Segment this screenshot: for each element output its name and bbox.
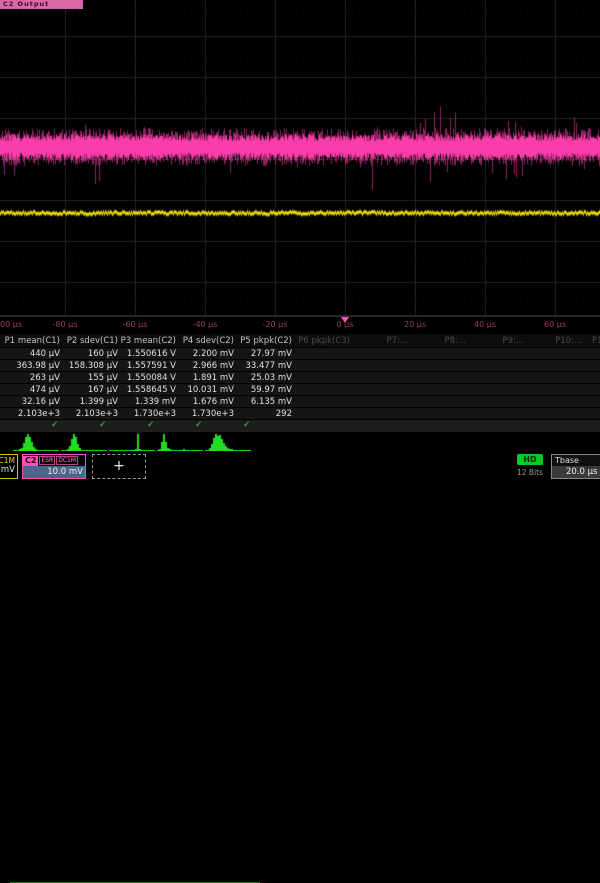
param-value: 155 µV [62, 373, 118, 383]
param-value: 33.477 mV [236, 361, 292, 371]
oscilloscope-screen: C2 Output 00 µs -80 µs -60 µs -40 µs -20 µs 0… [0, 0, 600, 480]
status-check-icon: ✓ [51, 420, 59, 430]
time-axis-label: 00 µs [0, 320, 22, 329]
param-value: 474 µV [4, 385, 60, 395]
time-axis-label: -40 µs [180, 320, 230, 329]
trigger-position-marker[interactable] [341, 317, 349, 323]
histicon-row [0, 432, 600, 452]
param-header-inactive[interactable]: P1 [592, 336, 600, 347]
param-value: 440 µV [4, 349, 60, 359]
param-header-inactive[interactable]: P10:... [526, 336, 582, 347]
time-axis-label: 40 µs [460, 320, 510, 329]
hd-mode-badge[interactable]: HD [517, 454, 543, 465]
measurement-row: 474 µV167 µV1.558645 V10.031 mV59.97 mV [0, 384, 600, 395]
param-header-inactive[interactable]: P6 pkpk(C3) [294, 336, 350, 347]
histicon [205, 432, 251, 451]
param-value: 6.135 mV [236, 397, 292, 407]
time-axis: 00 µs-80 µs-60 µs-40 µs-20 µs0 µs20 µs40… [0, 316, 600, 335]
param-value: 158.308 µV [62, 361, 118, 371]
param-value: 160 µV [62, 349, 118, 359]
c2-scale-value: 10.0 mV [23, 466, 85, 478]
param-header[interactable]: P1 mean(C1) [4, 336, 60, 347]
param-value: 27.97 mV [236, 349, 292, 359]
param-value: 1.557591 V [120, 361, 176, 371]
histicon [157, 432, 203, 451]
status-check-icon: ✓ [195, 420, 203, 430]
channel-c1-descriptor[interactable]: DC1M 0 mV [0, 454, 18, 479]
c2-channel-badge: C2 [23, 456, 38, 466]
c1-scale-value: 0 mV [0, 465, 17, 475]
param-value: 32.16 µV [4, 397, 60, 407]
measurement-row: 32.16 µV1.399 µV1.339 mV1.676 mV6.135 mV [0, 396, 600, 407]
status-check-icon: ✓ [147, 420, 155, 430]
timebase-label: Tbase [552, 455, 600, 466]
param-header-inactive[interactable]: P7:... [352, 336, 408, 347]
timebase-value: 20.0 µs [552, 466, 600, 478]
param-value: 2.200 mV [178, 349, 234, 359]
c2-coupling-tag: DC1M [56, 456, 78, 465]
param-value: 167 µV [62, 385, 118, 395]
param-value: 1.676 mV [178, 397, 234, 407]
time-axis-label: -20 µs [250, 320, 300, 329]
time-axis-label: -80 µs [40, 320, 90, 329]
param-header[interactable]: P2 sdev(C1) [62, 336, 118, 347]
measurement-row: 2.103e+32.103e+31.730e+31.730e+3292 [0, 408, 600, 419]
param-value: 263 µV [4, 373, 60, 383]
c2-eres-tag: ESR [39, 456, 55, 465]
measurement-row: 440 µV160 µV1.550616 V2.200 mV27.97 mV [0, 348, 600, 359]
bottom-bar: DC1M 0 mV C2 ESR DC1M 10.0 mV + HD 12 Bi… [0, 452, 600, 480]
measurement-row: 363.98 µV158.308 µV1.557591 V2.966 mV33.… [0, 360, 600, 371]
timebase-descriptor[interactable]: Tbase 20.0 µs [551, 454, 600, 479]
waveform-display[interactable] [0, 0, 600, 316]
hd-bits-label: 12 Bits [517, 468, 543, 477]
param-value: 1.891 mV [178, 373, 234, 383]
param-value: 2.103e+3 [4, 409, 60, 419]
time-axis-label: 20 µs [390, 320, 440, 329]
channel-c2-descriptor[interactable]: C2 ESR DC1M 10.0 mV [22, 454, 86, 479]
param-value: 25.03 mV [236, 373, 292, 383]
measurement-header-row: P1 mean(C1)P2 sdev(C1)P3 mean(C2)P4 sdev… [0, 334, 600, 347]
time-axis-label: 60 µs [530, 320, 580, 329]
param-header-inactive[interactable]: P9:... [468, 336, 524, 347]
param-value: 1.339 mV [120, 397, 176, 407]
param-value: 1.558645 V [120, 385, 176, 395]
param-header[interactable]: P4 sdev(C2) [178, 336, 234, 347]
param-value: 1.550084 V [120, 373, 176, 383]
param-value: 59.97 mV [236, 385, 292, 395]
param-value: 1.550616 V [120, 349, 176, 359]
status-check-row: ✓ ✓ ✓ ✓ ✓ [0, 420, 600, 432]
param-value: 2.966 mV [178, 361, 234, 371]
add-trace-button[interactable]: + [92, 454, 146, 479]
param-header[interactable]: P3 mean(C2) [120, 336, 176, 347]
time-axis-label: -60 µs [110, 320, 160, 329]
param-value: 363.98 µV [4, 361, 60, 371]
param-value: 1.730e+3 [178, 409, 234, 419]
param-value: 2.103e+3 [62, 409, 118, 419]
histicon [61, 432, 107, 451]
measurement-row: 263 µV155 µV1.550084 V1.891 mV25.03 mV [0, 372, 600, 383]
param-value: 1.399 µV [62, 397, 118, 407]
status-check-icon: ✓ [243, 420, 251, 430]
histicon [109, 432, 155, 451]
c1-coupling-label: DC1M [0, 455, 17, 465]
status-check-icon: ✓ [99, 420, 107, 430]
param-value: 10.031 mV [178, 385, 234, 395]
histicon [13, 432, 59, 451]
param-header[interactable]: P5 pkpk(C2) [236, 336, 292, 347]
trace-label-badge[interactable]: C2 Output [0, 0, 83, 9]
param-value: 1.730e+3 [120, 409, 176, 419]
param-value: 292 [236, 409, 292, 419]
param-header-inactive[interactable]: P8:... [410, 336, 466, 347]
